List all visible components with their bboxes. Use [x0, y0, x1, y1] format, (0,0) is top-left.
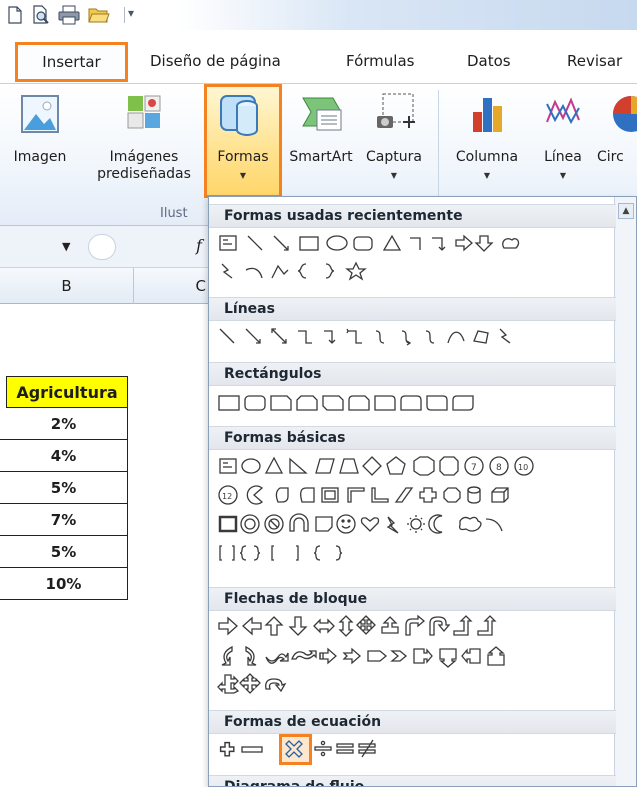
category-rectangles: Rectángulos — [209, 362, 616, 386]
ribbon-group-separator — [438, 90, 439, 198]
recent-shapes-row-1[interactable] — [216, 230, 616, 258]
tab-insertar[interactable]: Insertar — [15, 42, 128, 82]
toolbar-separator — [124, 7, 125, 23]
table-row[interactable]: 4% — [0, 440, 128, 472]
imagenes-prediseñadas-button[interactable]: Imágenes prediseñadas — [96, 92, 192, 183]
svg-text:10: 10 — [518, 463, 528, 472]
captura-label: Captura — [366, 149, 422, 165]
formas-dropdown-icon: ▼ — [239, 171, 247, 180]
formula-cancel-icon[interactable] — [88, 234, 116, 260]
circular-button[interactable]: Circ — [597, 92, 637, 166]
shapes-icon — [220, 95, 258, 136]
table-row[interactable]: 7% — [0, 504, 128, 536]
shapes-gallery-panel: ▲ Formas usadas recientemente Líneas Rec… — [208, 196, 637, 787]
linea-label: Línea — [544, 149, 582, 165]
category-recent: Formas usadas recientemente — [209, 204, 616, 228]
ribbon-tabs: Insertar Diseño de página Fórmulas Datos… — [0, 30, 637, 84]
tab-formulas[interactable]: Fórmulas — [346, 52, 414, 70]
linea-dropdown-icon: ▼ — [559, 171, 567, 180]
column-headers: B C — [0, 268, 210, 304]
category-flowchart: Diagrama de flujo — [209, 775, 616, 786]
excel-window: { "tabs": ["Insertar", "Diseño de página… — [0, 0, 637, 787]
column-header-b[interactable]: B — [0, 268, 134, 304]
customize-qat-chevron-icon[interactable]: ▾ — [128, 6, 134, 20]
captura-dropdown-icon: ▼ — [390, 171, 398, 180]
tab-diseno-de-pagina[interactable]: Diseño de página — [150, 52, 281, 70]
captura-button[interactable]: Captura ▼ — [360, 92, 428, 184]
basic-shapes-row-4[interactable] — [216, 540, 616, 568]
svg-text:12: 12 — [222, 492, 232, 501]
smartart-icon — [302, 97, 342, 131]
worksheet-area: Agricultura 2% 4% 5% 7% 5% 10% — [0, 304, 210, 787]
category-lines: Líneas — [209, 297, 616, 321]
scroll-up-icon[interactable]: ▲ — [618, 203, 634, 219]
agricultura-header-cell[interactable]: Agricultura — [6, 376, 128, 408]
columna-label: Columna — [455, 149, 519, 165]
column-chart-icon — [473, 98, 502, 132]
circular-label: Circ — [597, 149, 624, 165]
imagen-label: Imagen — [13, 149, 67, 165]
category-block-arrows: Flechas de bloque — [209, 587, 616, 611]
lines-row[interactable] — [216, 323, 616, 351]
formula-bar: ▼ f — [0, 226, 210, 268]
equation-shapes-row[interactable] — [216, 736, 616, 764]
basic-shapes-row-3[interactable] — [216, 511, 616, 539]
ilustraciones-group-label: Ilust — [160, 206, 188, 221]
column-header-c[interactable]: C — [134, 268, 210, 304]
gallery-scrollbar[interactable]: ▲ — [614, 197, 636, 786]
block-arrows-row-3[interactable] — [216, 671, 616, 699]
table-row[interactable]: 5% — [0, 472, 128, 504]
imagenes-label-1: Imágenes — [109, 149, 179, 165]
block-arrows-row-2[interactable] — [216, 643, 616, 671]
namebox-dropdown-icon[interactable]: ▼ — [62, 240, 70, 253]
table-row[interactable]: 2% — [0, 408, 128, 440]
formas-button[interactable]: Formas ▼ — [204, 84, 282, 198]
print-preview-icon[interactable] — [30, 4, 52, 26]
imagen-button[interactable]: Imagen — [12, 92, 68, 166]
smartart-button[interactable]: SmartArt — [283, 92, 359, 166]
formas-inner: Formas ▼ — [207, 92, 279, 184]
imagenes-label-2: prediseñadas — [97, 166, 191, 182]
line-chart-icon — [546, 97, 580, 125]
linea-button[interactable]: Línea ▼ — [535, 92, 591, 184]
svg-text:8: 8 — [496, 463, 502, 473]
tab-revisar[interactable]: Revisar — [567, 52, 622, 70]
table-row[interactable]: 10% — [0, 568, 128, 600]
formas-label: Formas — [217, 149, 269, 165]
picture-icon — [21, 95, 59, 133]
rectangles-row[interactable] — [216, 390, 616, 418]
open-folder-icon[interactable] — [88, 4, 110, 26]
columna-dropdown-icon: ▼ — [483, 171, 491, 180]
new-document-icon[interactable] — [4, 4, 26, 26]
fx-icon[interactable]: f — [196, 236, 202, 255]
tab-insertar-label: Insertar — [42, 53, 101, 71]
basic-shapes-row-2[interactable]: 12 — [216, 482, 616, 510]
tab-datos[interactable]: Datos — [467, 52, 511, 70]
svg-text:7: 7 — [471, 463, 477, 473]
smartart-label: SmartArt — [289, 149, 353, 165]
recent-shapes-row-2[interactable] — [216, 258, 616, 286]
table-row[interactable]: 5% — [0, 536, 128, 568]
category-equation-shapes: Formas de ecuación — [209, 710, 616, 734]
quick-print-icon[interactable] — [58, 4, 80, 26]
screenshot-icon — [377, 93, 415, 128]
category-basic-shapes: Formas básicas — [209, 426, 616, 450]
pie-chart-icon — [613, 96, 637, 132]
quick-access-toolbar: ▾ — [0, 0, 637, 30]
block-arrows-row-1[interactable] — [216, 613, 616, 641]
columna-button[interactable]: Columna ▼ — [448, 92, 526, 184]
basic-shapes-row-1[interactable]: 7 8 10 — [216, 453, 616, 481]
clip-art-icon — [127, 95, 161, 129]
